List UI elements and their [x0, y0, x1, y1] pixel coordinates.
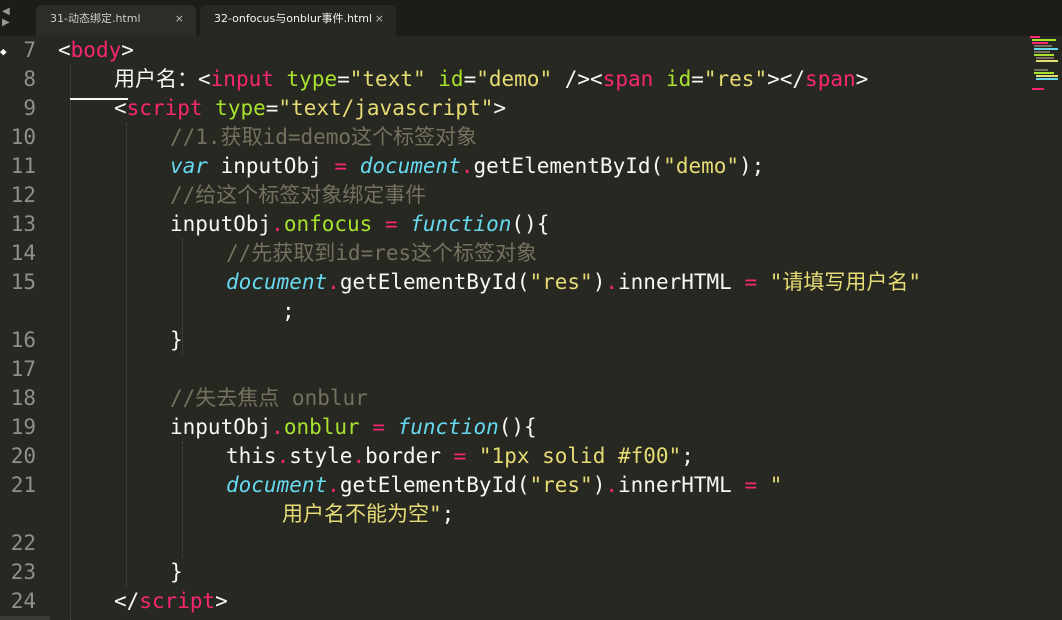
code-line-16: }: [170, 328, 183, 352]
code-line-15-wrap: ;: [282, 299, 295, 323]
code-line-8: 用户名：<input type="text" id="demo" /><span…: [114, 67, 869, 91]
line-number: 9: [23, 96, 36, 120]
line-number: 12: [10, 183, 36, 207]
code-line-15: document.getElementById("res").innerHTML…: [226, 270, 922, 294]
line-number-gutter: ◆ 7 8 9 10 11 12 13 14 15 16 17 18 19 20…: [0, 36, 44, 620]
line-number: 23: [10, 560, 36, 584]
code-line-9: <script type="text/javascript">: [114, 96, 506, 120]
line-number: 18: [10, 386, 36, 410]
line-number: 7: [23, 38, 36, 62]
line-number: 24: [10, 589, 36, 613]
code-line-10: //1.获取id=demo这个标签对象: [170, 125, 478, 149]
code-line-21-wrap: 用户名不能为空";: [282, 502, 455, 526]
tab-31-dynamic-binding[interactable]: 31-动态绑定.html ×: [36, 5, 196, 36]
tab-label: 32-onfocus与onblur事件.html: [214, 12, 373, 25]
tab-32-onfocus-onblur[interactable]: 32-onfocus与onblur事件.html ×: [200, 5, 396, 36]
line-number: 19: [10, 415, 36, 439]
code-line-12: //给这个标签对象绑定事件: [170, 183, 427, 207]
horizontal-scrollbar[interactable]: [0, 616, 50, 620]
line-number: 11: [10, 154, 36, 178]
code-line-11: var inputObj = document.getElementById("…: [170, 154, 765, 178]
line-number: 15: [10, 270, 36, 294]
code-editor[interactable]: ◆ 7 8 9 10 11 12 13 14 15 16 17 18 19 20…: [0, 36, 1062, 620]
line-number: 16: [10, 328, 36, 352]
code-line-7: <body>: [58, 38, 134, 62]
line-number: 8: [23, 67, 36, 91]
line-number: 17: [10, 357, 36, 381]
tab-bar: ◀ ▶ 31-动态绑定.html × 32-onfocus与onblur事件.h…: [0, 0, 1062, 37]
close-icon[interactable]: ×: [375, 5, 384, 33]
line-number: 13: [10, 212, 36, 236]
code-line-21: document.getElementById("res").innerHTML…: [226, 473, 783, 497]
tab-label: 31-动态绑定.html: [50, 12, 141, 25]
line-number: 22: [10, 531, 36, 555]
code-area[interactable]: <body> 用户名：<input type="text" id="demo" …: [58, 36, 1022, 620]
close-icon[interactable]: ×: [175, 5, 184, 33]
code-line-18: //失去焦点 onblur: [170, 386, 368, 410]
line-number: 21: [10, 473, 36, 497]
line-number: 20: [10, 444, 36, 468]
line-number: 10: [10, 125, 36, 149]
tab-nav-arrows[interactable]: ◀ ▶: [2, 6, 32, 28]
code-line-20: this.style.border = "1px solid #f00";: [226, 444, 694, 468]
code-line-23: }: [170, 560, 183, 584]
minimap[interactable]: [1028, 36, 1060, 106]
code-line-13: inputObj.onfocus = function(){: [170, 212, 550, 236]
code-line-14: //先获取到id=res这个标签对象: [226, 241, 538, 265]
line-number: 14: [10, 241, 36, 265]
code-line-19: inputObj.onblur = function(){: [170, 415, 537, 439]
code-line-24: </script>: [114, 589, 228, 613]
